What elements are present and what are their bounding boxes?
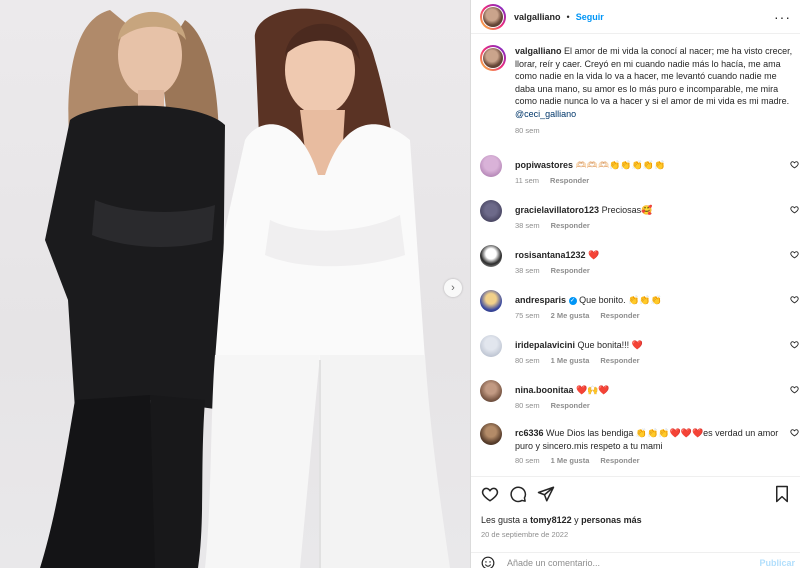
- comment-username[interactable]: gracielavillatoro123: [515, 205, 599, 215]
- comment-text: Que bonito. 👏👏👏: [579, 295, 662, 305]
- reply-button[interactable]: Responder: [551, 266, 590, 275]
- verified-badge-icon: ✓: [568, 296, 577, 305]
- like-comment-heart-icon[interactable]: [790, 385, 799, 394]
- comment-likes[interactable]: 2 Me gusta: [551, 311, 590, 320]
- caption-time: 80 sem: [515, 125, 540, 135]
- comment-icon[interactable]: [509, 485, 527, 503]
- comment-likes[interactable]: 1 Me gusta: [551, 456, 590, 465]
- post-side-panel: valgalliano • Seguir ··· valgalliano El …: [470, 0, 800, 568]
- heart-icon[interactable]: [481, 485, 499, 503]
- comment-text: ❤️🙌❤️: [576, 385, 610, 395]
- share-icon[interactable]: [537, 485, 555, 503]
- comment-username[interactable]: iridepalavicini: [515, 340, 575, 350]
- comment-text: Preciosas🥰: [601, 205, 653, 215]
- likes-user[interactable]: tomy8122: [530, 515, 572, 525]
- comment-item: rosisantana1232 ❤️ 38 sem Responder: [480, 245, 800, 275]
- reply-button[interactable]: Responder: [550, 176, 589, 185]
- bookmark-icon[interactable]: [773, 485, 791, 503]
- post-header: valgalliano • Seguir ···: [471, 0, 800, 34]
- comment-time: 11 sem: [515, 175, 540, 185]
- post-photo[interactable]: ›: [0, 0, 470, 568]
- comment-username[interactable]: popiwastores: [515, 160, 573, 170]
- avatar[interactable]: [480, 380, 502, 402]
- avatar[interactable]: [480, 45, 506, 71]
- comment-username[interactable]: nina.boonitaa: [515, 385, 574, 395]
- comment-time: 38 sem: [515, 265, 540, 275]
- like-comment-heart-icon[interactable]: [790, 295, 799, 304]
- comment-time: 38 sem: [515, 220, 540, 230]
- like-comment-heart-icon[interactable]: [790, 428, 799, 437]
- comment-username[interactable]: rc6336: [515, 428, 544, 438]
- comment-item: popiwastores 🫶🏻🫶🏻🫶🏻👏👏👏👏👏 11 sem Responder: [480, 155, 800, 185]
- chevron-right-icon[interactable]: ›: [444, 279, 462, 297]
- comment-item: gracielavillatoro123 Preciosas🥰 38 sem Res…: [480, 200, 800, 230]
- comment-item: nina.boonitaa ❤️🙌❤️ 80 sem Responder: [480, 380, 800, 410]
- emoji-icon[interactable]: [481, 556, 495, 568]
- likes-conjunction: y: [574, 515, 579, 525]
- avatar[interactable]: [480, 3, 506, 30]
- author-username[interactable]: valgalliano: [514, 12, 561, 22]
- publish-button[interactable]: Publicar: [759, 558, 795, 568]
- likes-summary: Les gusta a tomy8122 y personas más: [481, 515, 642, 525]
- likes-prefix: Les gusta a: [481, 515, 528, 525]
- caption-mention[interactable]: @ceci_galliano: [515, 109, 576, 119]
- avatar[interactable]: [480, 200, 502, 222]
- comment-item: andresparis ✓ Que bonito. 👏👏👏 75 sem 2 Me …: [480, 290, 800, 320]
- avatar[interactable]: [480, 290, 502, 312]
- reply-button[interactable]: Responder: [600, 356, 639, 365]
- comment-input[interactable]: Añade un comentario...: [507, 558, 600, 568]
- caption-username[interactable]: valgalliano: [515, 46, 562, 56]
- comment-time: 80 sem: [515, 400, 540, 410]
- separator-dot: •: [566, 11, 570, 22]
- avatar[interactable]: [480, 245, 502, 267]
- photo-illustration: [40, 8, 450, 568]
- comment-text: ❤️: [588, 250, 600, 260]
- reply-button[interactable]: Responder: [600, 311, 639, 320]
- comment-time: 80 sem: [515, 355, 540, 365]
- comment-text: Wue Dios las bendiga 👏👏👏❤️❤️❤️es verdad …: [515, 428, 779, 451]
- like-comment-heart-icon[interactable]: [790, 205, 799, 214]
- add-comment-bar: Añade un comentario... Publicar: [471, 552, 800, 568]
- like-comment-heart-icon[interactable]: [790, 250, 799, 259]
- comment-item: iridepalavicini Que bonita!!! ❤️ 80 sem 1 …: [480, 335, 800, 365]
- avatar[interactable]: [480, 423, 502, 445]
- post-actions: Les gusta a tomy8122 y personas más 20 d…: [471, 476, 800, 568]
- comment-username[interactable]: rosisantana1232: [515, 250, 586, 260]
- avatar[interactable]: [480, 335, 502, 357]
- comment-text: Que bonita!!! ❤️: [577, 340, 643, 350]
- comment-username[interactable]: andresparis: [515, 295, 566, 305]
- comment-likes[interactable]: 1 Me gusta: [551, 356, 590, 365]
- post-date: 20 de septiembre de 2022: [481, 530, 569, 539]
- reply-button[interactable]: Responder: [600, 456, 639, 465]
- comments-section[interactable]: valgalliano El amor de mi vida la conocí…: [471, 35, 800, 475]
- comment-item: rc6336 Wue Dios las bendiga 👏👏👏❤️❤️❤️es …: [480, 423, 800, 466]
- comment-time: 75 sem: [515, 310, 540, 320]
- like-comment-heart-icon[interactable]: [790, 340, 799, 349]
- reply-button[interactable]: Responder: [551, 221, 590, 230]
- comment-time: 80 sem: [515, 456, 540, 466]
- like-comment-heart-icon[interactable]: [790, 160, 799, 169]
- likes-others-link[interactable]: personas más: [581, 515, 642, 525]
- follow-button[interactable]: Seguir: [576, 12, 604, 22]
- more-options-icon[interactable]: ···: [774, 9, 791, 25]
- reply-button[interactable]: Responder: [551, 401, 590, 410]
- post-caption: valgalliano El amor de mi vida la conocí…: [480, 45, 796, 135]
- comment-text: 🫶🏻🫶🏻🫶🏻👏👏👏👏👏: [575, 160, 666, 170]
- avatar[interactable]: [480, 155, 502, 177]
